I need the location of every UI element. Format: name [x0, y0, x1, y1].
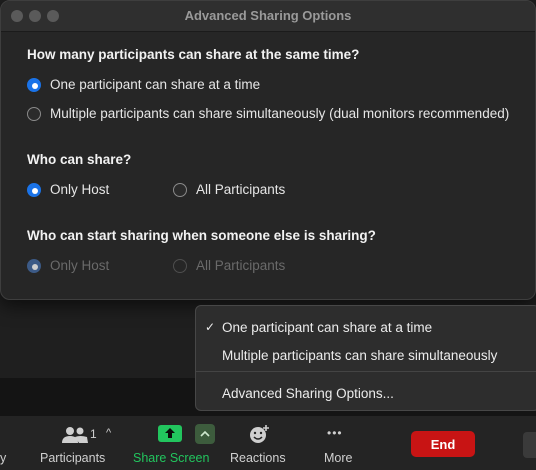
radio-one-participant[interactable]: One participant can share at a time: [27, 77, 260, 92]
advanced-sharing-dialog: Advanced Sharing Options How many partic…: [0, 0, 536, 300]
radio-unchecked-icon: [173, 182, 187, 197]
share-options-caret-button[interactable]: [195, 424, 215, 444]
dialog-title: Advanced Sharing Options: [184, 8, 352, 23]
radio-unchecked-icon: [173, 258, 187, 273]
participants-icon[interactable]: [61, 426, 89, 444]
participants-label[interactable]: Participants: [40, 451, 105, 465]
share-screen-icon[interactable]: [158, 425, 182, 442]
meeting-toolbar: y 1 ^ Participants Share Screen Reaction…: [0, 416, 536, 470]
more-icon[interactable]: •••: [327, 426, 343, 440]
radio-checked-icon: [27, 77, 41, 92]
radio-label: Only Host: [50, 182, 110, 197]
reactions-label[interactable]: Reactions: [230, 451, 286, 465]
menu-item-advanced-sharing[interactable]: Advanced Sharing Options...: [222, 386, 394, 401]
title-bar: Advanced Sharing Options: [1, 1, 535, 32]
end-meeting-button[interactable]: End: [411, 431, 475, 457]
section-title-share-count: How many participants can share at the s…: [27, 47, 360, 62]
radio-all-participants-disabled: All Participants: [173, 258, 285, 273]
share-options-menu: ✓ One participant can share at a time Mu…: [195, 305, 536, 411]
radio-unchecked-icon: [27, 106, 41, 121]
checkmark-icon: ✓: [205, 320, 216, 334]
reactions-icon[interactable]: [247, 423, 271, 445]
radio-checked-icon: [27, 258, 41, 273]
menu-item-multiple-participants[interactable]: Multiple participants can share simultan…: [222, 348, 497, 363]
section-title-start-sharing: Who can start sharing when someone else …: [27, 228, 376, 243]
radio-label: Multiple participants can share simultan…: [50, 106, 510, 121]
share-screen-label[interactable]: Share Screen: [133, 451, 209, 465]
radio-all-participants[interactable]: All Participants: [173, 182, 285, 197]
radio-only-host-disabled: Only Host: [27, 258, 109, 273]
radio-label: All Participants: [196, 182, 286, 197]
radio-checked-icon: [27, 182, 41, 197]
radio-only-host[interactable]: Only Host: [27, 182, 109, 197]
section-title-who-can-share: Who can share?: [27, 152, 132, 167]
participants-count: 1: [90, 427, 97, 441]
radio-label: Only Host: [50, 258, 110, 273]
toolbar-overflow-button[interactable]: [523, 432, 536, 458]
menu-item-one-participant[interactable]: One participant can share at a time: [222, 320, 432, 335]
radio-label: One participant can share at a time: [50, 77, 261, 92]
participants-caret-icon[interactable]: ^: [106, 427, 111, 439]
menu-separator: [196, 371, 536, 372]
radio-label: All Participants: [196, 258, 286, 273]
radio-multiple-participants[interactable]: Multiple participants can share simultan…: [27, 106, 509, 121]
truncated-label: y: [0, 451, 7, 465]
more-label[interactable]: More: [324, 451, 352, 465]
